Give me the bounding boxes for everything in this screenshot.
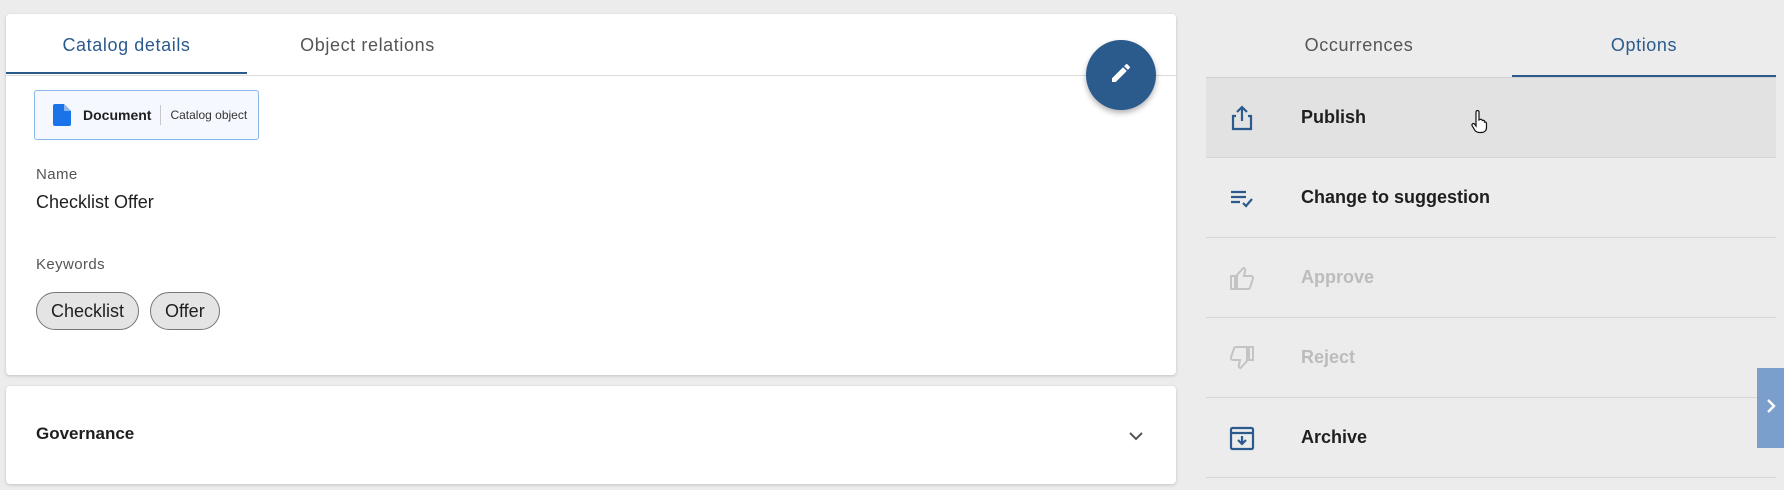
options-list: Publish Change to suggestion Approve Rej…	[1206, 78, 1776, 478]
publish-option[interactable]: Publish	[1206, 78, 1776, 158]
pencil-icon	[1109, 61, 1133, 90]
governance-panel[interactable]: Governance	[6, 386, 1176, 484]
change-to-suggestion-label: Change to suggestion	[1301, 187, 1490, 207]
hand-cursor-icon	[1470, 109, 1488, 139]
side-panel-toggle[interactable]	[1757, 368, 1784, 448]
object-type-label: Document	[83, 107, 152, 123]
archive-label: Archive	[1301, 427, 1368, 447]
keyword-chip: Checklist	[36, 292, 140, 330]
object-type-sublabel: Catalog object	[170, 108, 248, 122]
approve-label: Approve	[1301, 267, 1375, 287]
object-type-chip: Document Catalog object	[34, 90, 259, 140]
reject-label: Reject	[1301, 347, 1356, 367]
catalog-details-card: Catalog details Object relations Documen…	[6, 14, 1176, 375]
detail-tabs: Catalog details Object relations	[6, 14, 1176, 76]
reject-option[interactable]: Reject	[1206, 318, 1776, 398]
archive-option[interactable]: Archive	[1206, 398, 1776, 478]
active-tab-indicator	[6, 72, 247, 74]
approve-option[interactable]: Approve	[1206, 238, 1776, 318]
publish-label: Publish	[1301, 107, 1367, 127]
share-upload-icon	[1228, 104, 1256, 132]
keyword-chip: Offer	[150, 292, 220, 330]
chevron-right-icon	[1764, 398, 1778, 419]
chip-divider	[160, 105, 162, 125]
name-label: Name	[36, 166, 78, 183]
tab-options[interactable]: Options	[1512, 14, 1776, 76]
tab-catalog-details[interactable]: Catalog details	[6, 14, 247, 76]
thumb-down-icon	[1228, 344, 1256, 372]
tab-occurrences[interactable]: Occurrences	[1206, 14, 1512, 76]
governance-title: Governance	[36, 424, 135, 443]
change-to-suggestion-option[interactable]: Change to suggestion	[1206, 158, 1776, 238]
name-value: Checklist Offer	[36, 192, 154, 212]
keywords-label: Keywords	[36, 256, 106, 273]
document-icon	[53, 104, 71, 126]
playlist-check-icon	[1228, 184, 1256, 212]
chevron-down-icon	[1126, 426, 1146, 451]
edit-button[interactable]	[1086, 40, 1156, 110]
active-tab-indicator	[1512, 75, 1776, 77]
thumb-up-icon	[1228, 264, 1256, 292]
side-panel-tabs: Occurrences Options	[1206, 14, 1776, 78]
archive-icon	[1228, 424, 1256, 452]
tab-object-relations[interactable]: Object relations	[247, 14, 488, 76]
